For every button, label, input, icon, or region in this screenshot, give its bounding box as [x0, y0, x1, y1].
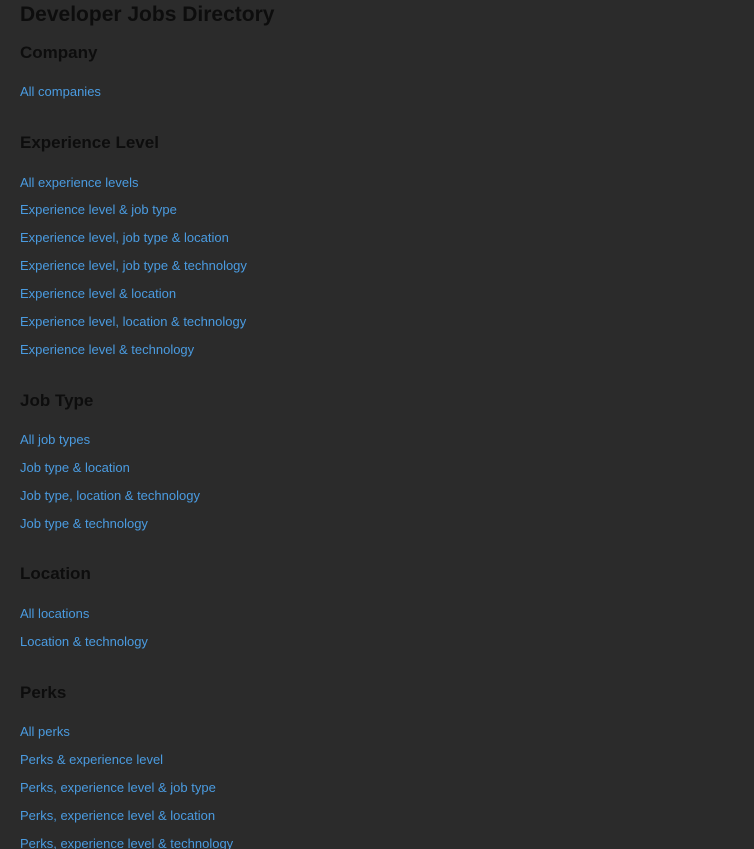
- link-experience-level-job-type-location[interactable]: Experience level, job type & location: [20, 230, 229, 245]
- section-heading-job-type: Job Type: [20, 391, 94, 410]
- page-title: Developer Jobs Directory: [20, 3, 275, 26]
- link-experience-level-location-technology[interactable]: Experience level, location & technology: [20, 314, 246, 329]
- link-all-job-types[interactable]: All job types: [20, 432, 90, 447]
- section-heading-company: Company: [20, 43, 98, 62]
- link-all-perks[interactable]: All perks: [20, 724, 70, 739]
- link-job-type-technology[interactable]: Job type & technology: [20, 516, 148, 531]
- link-location-technology[interactable]: Location & technology: [20, 634, 148, 649]
- link-all-companies[interactable]: All companies: [20, 84, 101, 99]
- link-experience-level-location[interactable]: Experience level & location: [20, 286, 176, 301]
- section-heading-perks: Perks: [20, 683, 67, 702]
- link-experience-level-job-type-technology[interactable]: Experience level, job type & technology: [20, 258, 247, 273]
- link-job-type-location-technology[interactable]: Job type, location & technology: [20, 488, 200, 503]
- link-all-experience-levels[interactable]: All experience levels: [20, 175, 139, 190]
- link-experience-level-job-type[interactable]: Experience level & job type: [20, 202, 177, 217]
- section-heading-location: Location: [20, 564, 91, 583]
- link-perks-experience-level-location[interactable]: Perks, experience level & location: [20, 808, 215, 823]
- section-heading-experience-level: Experience Level: [20, 133, 159, 152]
- link-all-locations[interactable]: All locations: [20, 606, 89, 621]
- link-job-type-location[interactable]: Job type & location: [20, 460, 130, 475]
- link-perks-experience-level[interactable]: Perks & experience level: [20, 752, 163, 767]
- link-perks-experience-level-technology[interactable]: Perks, experience level & technology: [20, 836, 233, 849]
- link-experience-level-technology[interactable]: Experience level & technology: [20, 342, 194, 357]
- link-perks-experience-level-job-type[interactable]: Perks, experience level & job type: [20, 780, 216, 795]
